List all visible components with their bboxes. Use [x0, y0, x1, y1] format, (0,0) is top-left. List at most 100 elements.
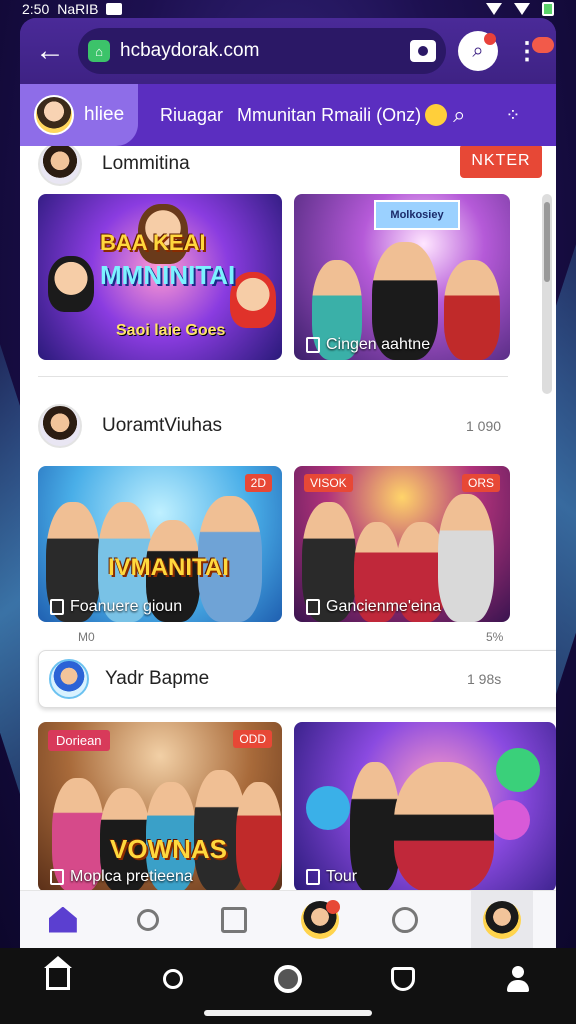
divider: [38, 376, 508, 377]
system-shield-button[interactable]: [388, 964, 418, 994]
explore-icon: [137, 908, 160, 931]
card-caption-text: Foanuere gioun: [70, 598, 183, 615]
home-icon: [43, 956, 72, 990]
nav-library[interactable]: [214, 900, 254, 940]
browser-window: ← ⌂ hcbaydorak.com ⌕ ⋮ hliee Riuagar Mmu…: [20, 18, 556, 948]
card-banner: Molkosiey: [374, 200, 460, 230]
card-caption: Moplca pretieena: [50, 868, 193, 886]
video-icon: [50, 599, 64, 615]
card-badge: ORS: [461, 474, 500, 492]
video-icon: [306, 599, 320, 615]
nav-history[interactable]: [385, 900, 425, 940]
app-bottom-nav: [20, 890, 556, 948]
nav-home[interactable]: [43, 900, 83, 940]
video-icon: [306, 337, 320, 353]
notification-icon: [106, 3, 123, 15]
notification-dot: [325, 899, 340, 914]
card-caption-text: Tour: [326, 868, 358, 885]
avatar: [38, 404, 82, 448]
tab-home-label: hliee: [84, 104, 125, 125]
section-header[interactable]: Lommitina: [38, 146, 190, 186]
library-icon: [221, 906, 248, 933]
video-card[interactable]: BAA KEAI MMNINITAI Saoi laie Goes: [38, 194, 282, 360]
nav-profile-avatar[interactable]: [300, 899, 340, 940]
system-home-button[interactable]: [43, 956, 73, 994]
video-icon: [50, 869, 64, 885]
video-card[interactable]: VISOK ORS Gancienme'eina: [294, 466, 510, 622]
section-header[interactable]: UoramtViuhas: [38, 404, 222, 448]
video-icon: [306, 869, 320, 885]
thumbnail-character: [48, 256, 94, 312]
card-caption: Cingen aahtne: [306, 336, 430, 354]
card-badge: Doriean: [48, 730, 110, 751]
nav-explore[interactable]: [128, 900, 168, 940]
user-icon: [505, 966, 531, 992]
card-badge: VISOK: [304, 474, 353, 492]
thumbnail-person: [236, 782, 282, 890]
reader-icon[interactable]: [410, 40, 436, 62]
tab-riuagar[interactable]: Riuagar: [160, 105, 223, 126]
scrollbar[interactable]: [542, 194, 552, 394]
search-button[interactable]: ⌕: [458, 31, 498, 71]
video-card[interactable]: Molkosiey Cingen aahtne: [294, 194, 510, 360]
thumbnail-person: [438, 494, 494, 622]
shield-icon: [391, 967, 416, 991]
view-count: 1 090: [466, 418, 502, 434]
card-badge: ODD: [233, 730, 272, 748]
avatar: [300, 899, 340, 939]
card-subtitle: Saoi laie Goes: [116, 322, 226, 339]
section-header-card[interactable]: Yadr Bapme 1 98s: [38, 650, 556, 708]
wifi-icon: [486, 3, 502, 15]
tab-mmunitan[interactable]: Mmunitan Rmaili (Onz): [237, 105, 421, 126]
notification-dot: [484, 33, 496, 45]
card-meta: M0: [78, 630, 95, 644]
system-profile-button[interactable]: [503, 964, 533, 994]
tab-bar: hliee Riuagar Mmunitan Rmaili (Onz) ⌕ ⁘: [20, 84, 556, 146]
thumbnail-person: [350, 762, 400, 890]
system-assistant-button[interactable]: [273, 964, 303, 994]
nav-account[interactable]: [471, 890, 534, 948]
url-text: hcbaydorak.com: [120, 40, 260, 61]
site-lock-icon: ⌂: [88, 40, 110, 62]
video-card[interactable]: Tour: [294, 722, 556, 890]
view-count: 1 98s: [467, 671, 502, 687]
battery-icon: [542, 2, 554, 16]
avatar: [483, 900, 522, 939]
video-card[interactable]: 2D IVMANITAI Foanuere gioun: [38, 466, 282, 622]
status-time: 2:50: [22, 1, 50, 17]
card-caption-text: Gancienme'eina: [326, 598, 442, 615]
thumbnail-person: [394, 762, 494, 890]
avatar: [49, 659, 89, 699]
search-icon: ⌕: [472, 39, 484, 62]
avatar: [38, 146, 82, 186]
circle-icon: [273, 965, 302, 993]
thumbnail-character: [230, 272, 276, 328]
thumbnail-person: [444, 260, 500, 360]
avatar: [34, 95, 74, 135]
search-icon: [162, 969, 183, 989]
card-headline: IVMANITAI: [108, 554, 229, 581]
more-menu-icon[interactable]: ⋮: [512, 31, 554, 71]
clock-icon: [392, 906, 419, 933]
card-headline-top: BAA KEAI: [100, 230, 206, 255]
grid-icon[interactable]: ⁘: [505, 105, 522, 126]
gesture-handle[interactable]: [204, 1010, 372, 1016]
home-icon: [48, 906, 77, 933]
emoji-icon: [425, 104, 448, 126]
percent-icon: [490, 800, 530, 840]
tab-search-icon[interactable]: ⌕: [453, 102, 465, 128]
card-meta: 5%: [486, 630, 504, 644]
video-card[interactable]: Doriean ODD VOWNAS Moplca pretieena: [38, 722, 282, 890]
tab-home[interactable]: hliee: [20, 84, 138, 146]
back-arrow-icon[interactable]: ←: [30, 31, 70, 71]
enter-button[interactable]: NKTER: [460, 146, 542, 178]
card-headline: MMNINITAI: [100, 260, 236, 290]
section-title: Yadr Bapme: [105, 668, 210, 689]
card-headline: VOWNAS: [110, 834, 227, 864]
card-caption: Tour: [306, 868, 357, 886]
url-field[interactable]: ⌂ hcbaydorak.com: [78, 28, 446, 74]
card-caption: Foanuere gioun: [50, 598, 182, 616]
system-search-button[interactable]: [158, 964, 188, 994]
card-caption: Gancienme'eina: [306, 598, 441, 616]
status-bar: 2:50 NaRIB: [0, 0, 576, 18]
